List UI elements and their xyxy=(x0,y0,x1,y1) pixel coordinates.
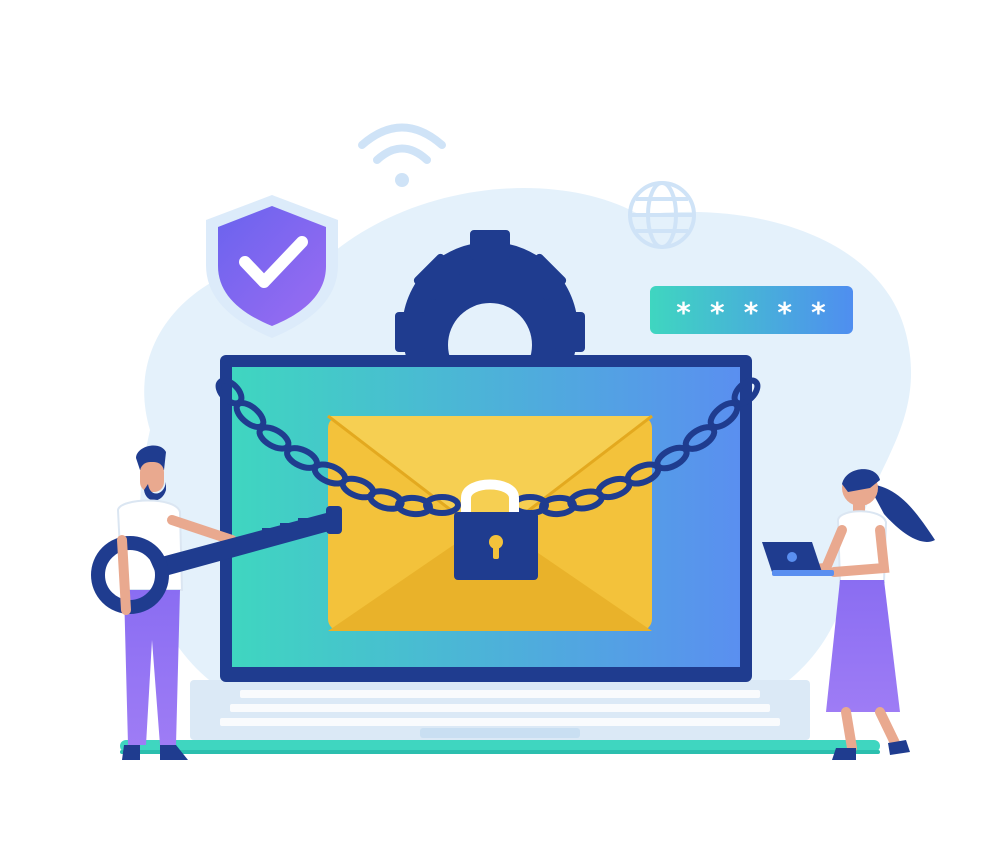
password-field[interactable]: * * * * * xyxy=(650,286,853,334)
laptop-base xyxy=(120,680,880,754)
illustration-canvas: * * * * * xyxy=(91,123,935,760)
wifi-icon xyxy=(358,123,446,187)
security-illustration: * * * * * xyxy=(0,0,1000,860)
password-masked-value: * * * * * xyxy=(675,296,827,329)
